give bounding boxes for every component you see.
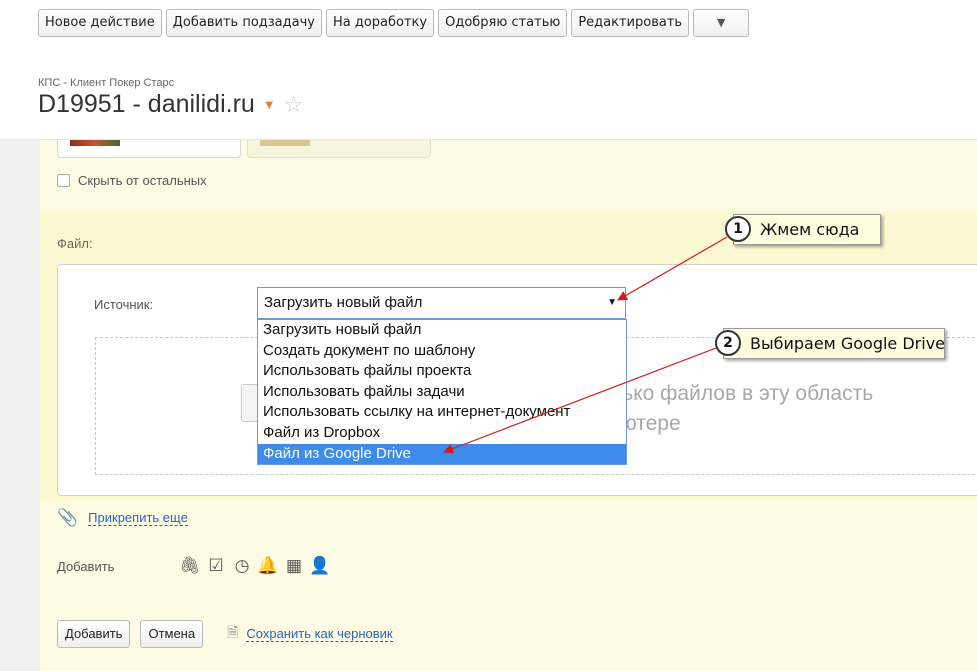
dropdown-arrow-icon[interactable]: ▼ [607, 288, 617, 318]
chevron-down-icon: ▼ [716, 16, 726, 29]
source-option[interactable]: Использовать ссылку на интернет-документ [258, 402, 626, 423]
bell-icon[interactable]: 🔔 [255, 556, 281, 576]
source-option[interactable]: Использовать файлы проекта [258, 361, 626, 382]
clock-icon[interactable]: ◷ [229, 556, 255, 576]
annotation-number-1: 1 [725, 216, 751, 242]
user-add-icon[interactable]: 👤 [307, 556, 333, 576]
source-label: Источник: [94, 297, 154, 312]
source-select-value: Загрузить новый файл [264, 294, 423, 311]
hide-from-others-checkbox[interactable] [57, 174, 70, 187]
attachment-thumbnail[interactable] [247, 140, 431, 158]
annotation-callout-1: Жмем сюда [733, 214, 881, 245]
title-menu-caret-icon[interactable]: ▼ [263, 97, 276, 112]
add-label: Добавить [57, 558, 115, 574]
save-draft-link[interactable]: Сохранить как черновик [246, 626, 393, 642]
hide-from-others-row: Скрыть от остальных [57, 173, 207, 188]
edit-button[interactable]: Редактировать [571, 9, 690, 37]
annotation-text-2: Выбираем Google Drive [750, 334, 945, 353]
drop-hint-text: лько файлов в эту область [610, 382, 874, 405]
new-action-button[interactable]: Новое действие [38, 9, 162, 37]
thumbnail-image [70, 140, 120, 146]
document-icon: 🗎 [227, 624, 239, 640]
approve-article-button[interactable]: Одобряю статью [438, 9, 568, 37]
page-title: D19951 - danilidi.ru [38, 90, 255, 118]
source-dropdown-list: Загрузить новый файл Создать документ по… [257, 319, 627, 465]
breadcrumb[interactable]: КПС - Клиент Покер Старс [38, 77, 174, 89]
file-label: Файл: [57, 236, 93, 251]
more-actions-button[interactable]: ▼ [693, 9, 750, 37]
source-option-google-drive[interactable]: Файл из Google Drive [258, 443, 626, 465]
attach-more-link[interactable]: Прикрепить еще [88, 510, 188, 526]
save-draft: 🗎 Сохранить как черновик [227, 622, 393, 646]
source-option[interactable]: Создать документ по шаблону [258, 341, 626, 362]
source-option[interactable]: Файл из Dropbox [258, 423, 626, 444]
thumbnail-image [260, 140, 310, 146]
calendar-icon[interactable]: ▦ [281, 556, 307, 576]
submit-button[interactable]: Добавить [57, 620, 131, 648]
attachment-thumbnail[interactable] [57, 140, 241, 158]
annotation-text-1: Жмем сюда [760, 220, 860, 239]
checkbox-icon[interactable]: ☑ [203, 556, 229, 576]
add-toolbar: Добавить 🖇 ☑ ◷ 🔔 ▦ 👤 [57, 556, 333, 576]
source-option[interactable]: Использовать файлы задачи [258, 382, 626, 403]
form-actions: Добавить Отмена 🗎 Сохранить как черновик [57, 620, 393, 648]
send-for-revision-button[interactable]: На доработку [325, 9, 435, 37]
hide-from-others-label: Скрыть от остальных [78, 173, 207, 188]
cancel-button[interactable]: Отмена [140, 620, 204, 648]
source-select[interactable]: Загрузить новый файл ▼ [257, 287, 626, 319]
paperclip-icon: 📎 [57, 508, 79, 527]
source-option[interactable]: Загрузить новый файл [258, 320, 626, 341]
action-toolbar: Новое действие Добавить подзадачу На дор… [38, 9, 750, 37]
annotation-number-2: 2 [715, 330, 741, 356]
annotation-callout-2: Выбираем Google Drive [723, 328, 945, 359]
add-subtask-button[interactable]: Добавить подзадачу [165, 9, 322, 37]
task-header: Новое действие Добавить подзадачу На дор… [0, 0, 977, 140]
attach-more-row: 📎 Прикрепить еще [57, 508, 188, 528]
page-title-row: D19951 - danilidi.ru ▼ ☆ [38, 90, 303, 119]
paperclip-icon[interactable]: 🖇 [177, 556, 203, 576]
favorite-star-icon[interactable]: ☆ [284, 92, 304, 118]
